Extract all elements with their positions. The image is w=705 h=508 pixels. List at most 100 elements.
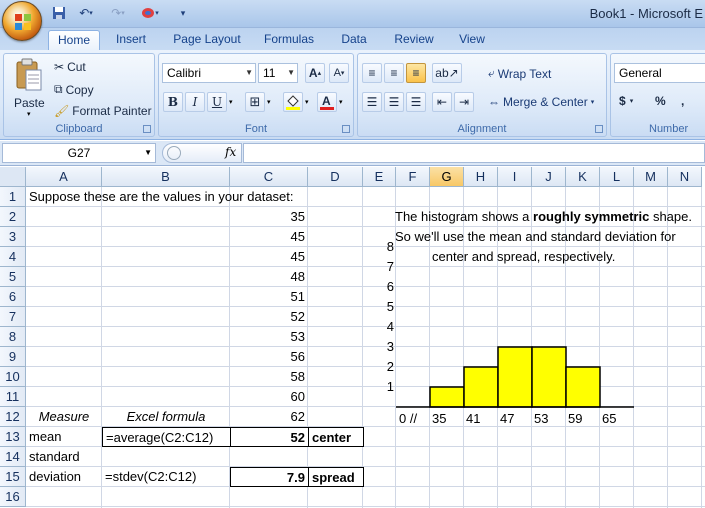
- x-tick-label: 59: [568, 411, 582, 426]
- font-color-dropdown-icon[interactable]: ▾: [339, 98, 343, 106]
- font-color-icon: A: [320, 94, 334, 110]
- paint-bucket-icon: [286, 95, 300, 110]
- decrease-indent-icon: ⇤: [436, 95, 448, 109]
- orientation-button[interactable]: ab↗: [432, 63, 462, 83]
- copy-button[interactable]: ⧉ Copy: [54, 82, 94, 97]
- alignment-group-label: Alignment: [457, 123, 507, 135]
- borders-dropdown-icon[interactable]: ▾: [267, 98, 271, 106]
- format-painter-button[interactable]: 🖌 Format Painter: [54, 104, 152, 118]
- x-tick-label: 35: [432, 411, 446, 426]
- paste-icon: [16, 58, 42, 91]
- font-name-combo[interactable]: Calibri ▼: [162, 63, 256, 83]
- align-top-button[interactable]: ≡: [362, 63, 382, 83]
- x-tick-label: 0 //: [399, 411, 417, 426]
- alignment-launcher-icon[interactable]: [595, 125, 603, 133]
- insert-function-button[interactable]: fx: [225, 145, 236, 159]
- tab-formulas[interactable]: Formulas: [258, 30, 320, 50]
- shrink-font-label: A: [333, 67, 341, 79]
- grow-font-button[interactable]: A ▴: [305, 63, 325, 83]
- formula-controls: fx: [162, 143, 242, 163]
- x-tick-label: 65: [602, 411, 616, 426]
- number-group: General $ ▾ % , Number: [610, 53, 705, 137]
- align-bottom-button[interactable]: ≡: [406, 63, 426, 83]
- tab-view[interactable]: View: [452, 30, 492, 50]
- histogram-bar: [463, 366, 499, 408]
- font-group: Calibri ▼ 11 ▼ A ▴ A ▾ B I U ▾ ⊞ ▾ ▾ A ▾ Fon…: [158, 53, 354, 137]
- paintbrush-icon: 🖌: [54, 104, 70, 118]
- formula-circle-icon: [167, 146, 181, 160]
- y-tick-label: 8: [387, 239, 394, 254]
- y-tick-label: 2: [387, 359, 394, 374]
- number-format-value: General: [619, 66, 662, 80]
- copy-label: Copy: [65, 82, 94, 97]
- scissors-icon: ✂: [54, 60, 65, 74]
- clipboard-launcher-icon[interactable]: [143, 125, 151, 133]
- tab-review[interactable]: Review: [388, 30, 440, 50]
- x-tick-label: 53: [534, 411, 548, 426]
- align-right-button[interactable]: ☰: [406, 92, 426, 112]
- name-box-value: G27: [67, 146, 91, 160]
- align-right-icon: ☰: [410, 95, 422, 109]
- font-color-button[interactable]: A: [317, 92, 337, 112]
- wrap-text-icon: ⤶: [488, 66, 495, 80]
- underline-button[interactable]: U: [207, 92, 227, 112]
- excel-window: ↶ ▾ ↷ ▾ ▾ ▾ Book1 - Microsoft E Home Inser…: [0, 0, 705, 508]
- wrap-text-button[interactable]: ⤶ Wrap Text: [488, 66, 551, 81]
- align-top-icon: ≡: [368, 66, 376, 80]
- x-tick-label: 47: [500, 411, 514, 426]
- alignment-group: ≡ ≡ ≡ ab↗ ☰ ☰ ☰ ⇤ ⇥ ⤶ Wrap Text ⇔ Merge & …: [357, 53, 607, 137]
- name-box[interactable]: G27 ▼: [2, 143, 156, 163]
- align-middle-icon: ≡: [390, 66, 398, 80]
- paste-button[interactable]: Paste ▾: [10, 58, 48, 118]
- y-tick-label: 3: [387, 339, 394, 354]
- number-format-combo[interactable]: General: [614, 63, 705, 83]
- currency-label: $: [619, 94, 626, 108]
- customize-qat-icon[interactable]: ▾: [176, 5, 190, 21]
- chevron-down-icon: ▼: [144, 148, 152, 157]
- redo-icon[interactable]: ↷ ▾: [104, 5, 132, 21]
- tab-home[interactable]: Home: [48, 30, 100, 50]
- formula-input[interactable]: [243, 143, 705, 163]
- font-launcher-icon[interactable]: [342, 125, 350, 133]
- comma-button[interactable]: ,: [681, 94, 684, 108]
- save-icon[interactable]: [50, 5, 68, 21]
- chevron-down-icon: ▼: [287, 68, 295, 77]
- triangle-down-icon: ▾: [340, 70, 345, 77]
- quick-access-color-icon[interactable]: ▾: [136, 5, 164, 21]
- decrease-indent-button[interactable]: ⇤: [432, 92, 452, 112]
- y-tick-label: 7: [387, 259, 394, 274]
- align-bottom-icon: ≡: [412, 66, 420, 80]
- undo-icon[interactable]: ↶ ▾: [72, 5, 100, 21]
- fill-color-button[interactable]: [283, 92, 303, 112]
- percent-button[interactable]: %: [655, 94, 666, 108]
- tab-insert[interactable]: Insert: [108, 30, 154, 50]
- paste-dropdown-icon: ▾: [27, 111, 31, 118]
- y-tick-label: 5: [387, 299, 394, 314]
- worksheet-grid[interactable]: ABCDEFGHIJKLMN 1 2 3 4 5 6 7 8 9 10 11 12 13 14 15 16 S…: [0, 167, 705, 508]
- tab-data[interactable]: Data: [334, 30, 374, 50]
- shrink-font-button[interactable]: A ▾: [329, 63, 349, 83]
- office-button[interactable]: [2, 1, 42, 41]
- clipboard-group: Paste ▾ ✂ Cut ⧉ Copy 🖌 Format Painter Clipb…: [3, 53, 155, 137]
- bold-button[interactable]: B: [163, 92, 183, 112]
- merge-center-button[interactable]: ⇔ Merge & Center ▾: [488, 95, 594, 109]
- wrap-text-label: Wrap Text: [497, 66, 552, 81]
- tab-page-layout[interactable]: Page Layout: [168, 30, 246, 50]
- borders-button[interactable]: ⊞: [245, 92, 265, 112]
- font-size-combo[interactable]: 11 ▼: [258, 63, 298, 83]
- align-left-button[interactable]: ☰: [362, 92, 382, 112]
- increase-indent-button[interactable]: ⇥: [454, 92, 474, 112]
- currency-button[interactable]: $ ▾: [619, 94, 633, 108]
- window-title: Book1 - Microsoft E: [589, 6, 703, 21]
- font-name-value: Calibri: [167, 66, 202, 80]
- number-group-label: Number: [649, 123, 689, 135]
- borders-icon: ⊞: [249, 94, 261, 109]
- align-middle-button[interactable]: ≡: [384, 63, 404, 83]
- align-center-icon: ☰: [388, 95, 400, 109]
- align-center-button[interactable]: ☰: [384, 92, 404, 112]
- cut-button[interactable]: ✂ Cut: [54, 60, 86, 74]
- fill-dropdown-icon[interactable]: ▾: [305, 98, 309, 106]
- underline-dropdown-icon[interactable]: ▾: [229, 98, 233, 106]
- office-logo-icon: [15, 14, 31, 30]
- italic-button[interactable]: I: [185, 92, 205, 112]
